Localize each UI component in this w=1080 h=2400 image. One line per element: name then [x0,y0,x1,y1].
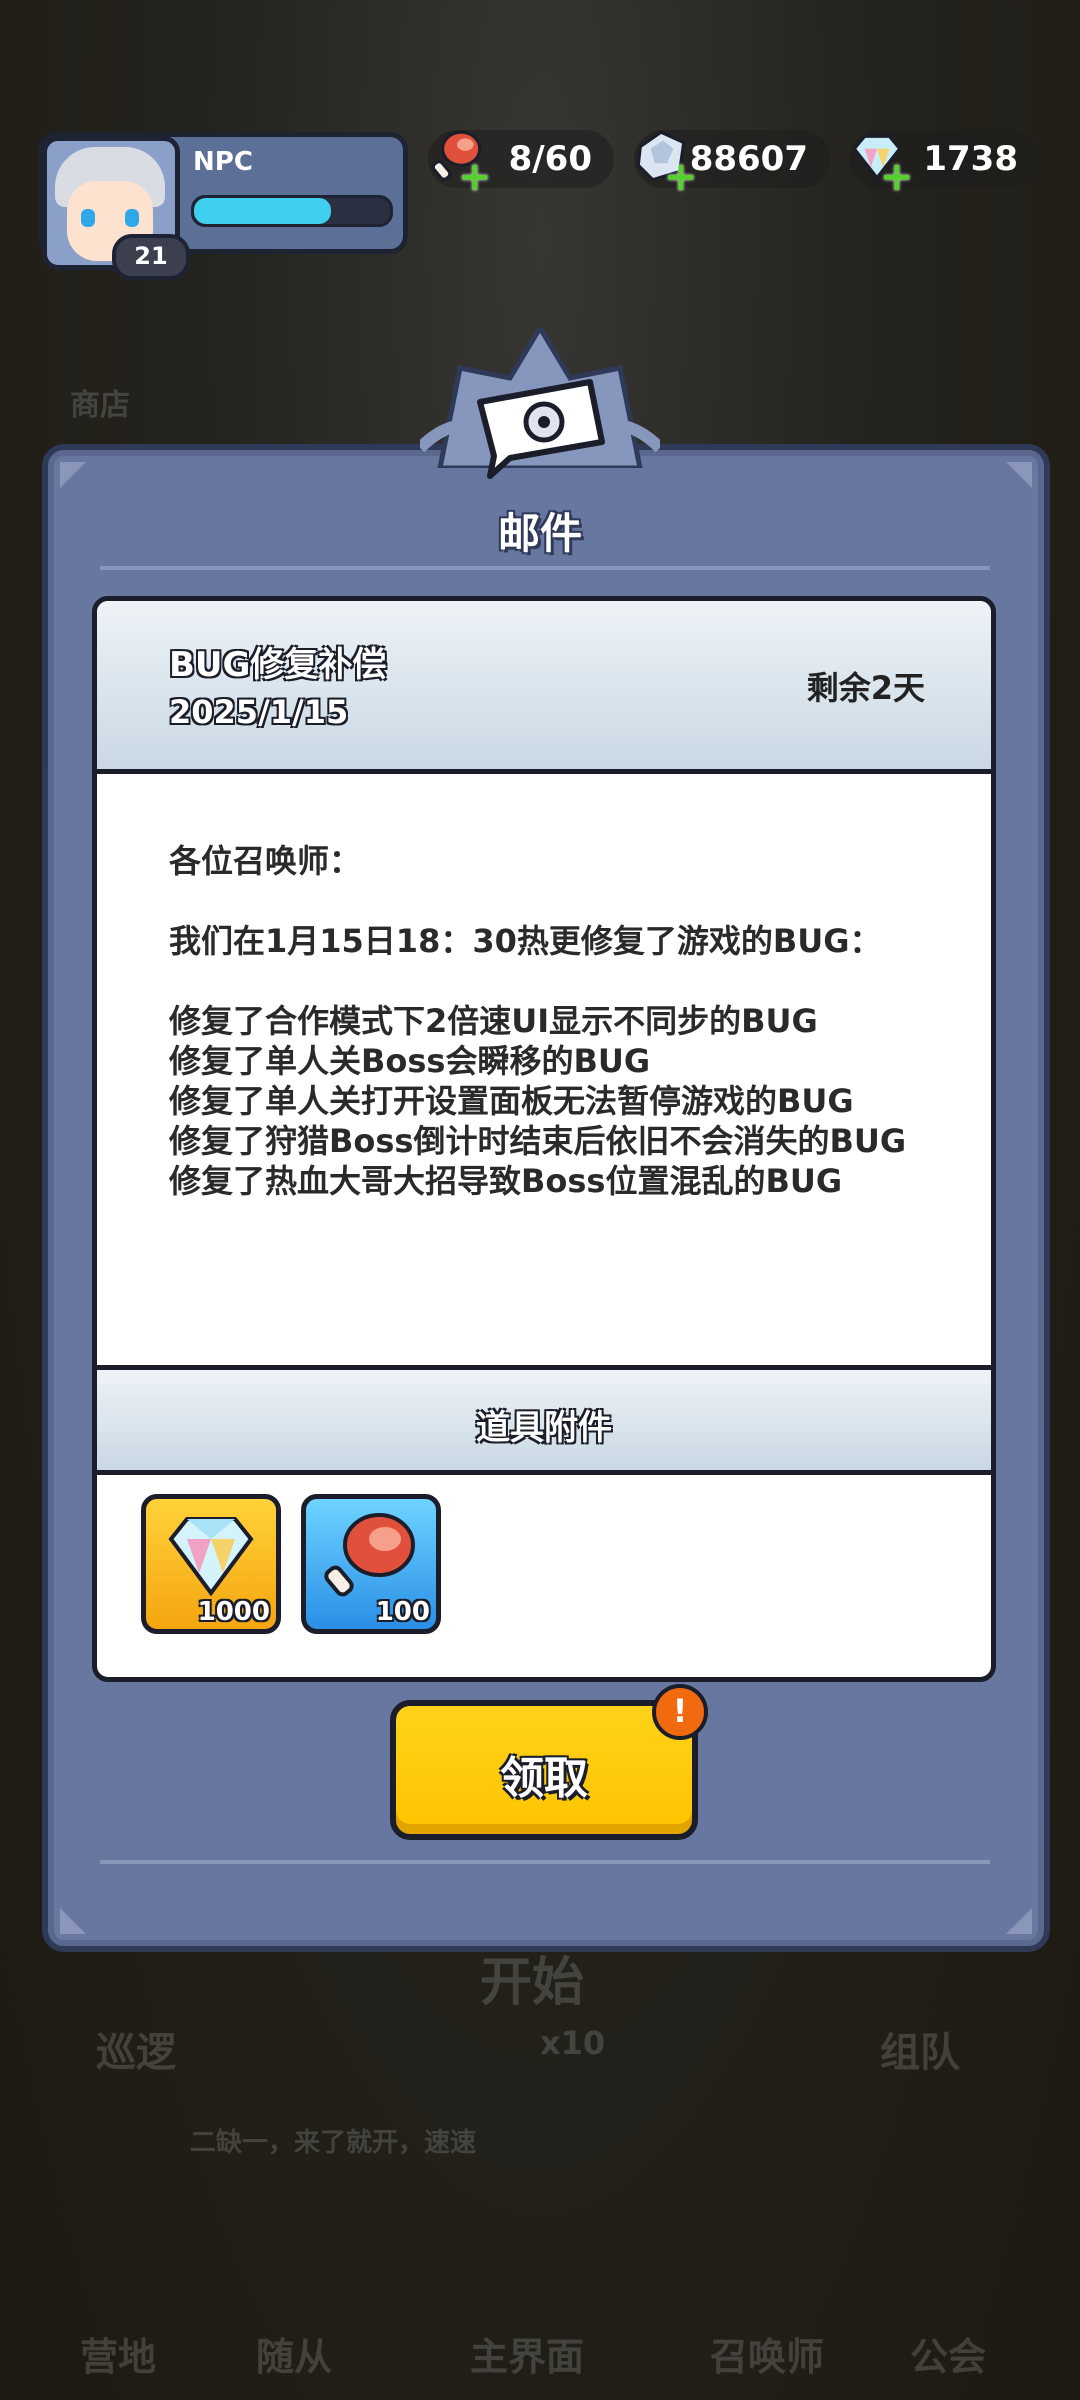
attachment-item-diamonds[interactable]: 1000 [141,1494,281,1634]
mail-expiry: 剩余2天 [806,669,925,707]
add-stamina-icon[interactable]: + [458,157,492,197]
mail-fix-line: 修复了合作模式下2倍速UI显示不同步的BUG [169,1002,818,1040]
attachment-count: 1000 [197,1597,270,1627]
divider [100,566,990,570]
add-diamonds-icon[interactable]: + [880,157,914,197]
attachments-title: 道具附件 [476,1408,612,1448]
corner-ornament [60,462,86,488]
mail-date: 2025/1/15 [169,693,349,731]
claim-button[interactable]: 领取 [390,1700,698,1840]
stamina-value: 8/60 [508,139,592,179]
mail-intro: 我们在1月15日18：30热更修复了游戏的BUG： [169,922,882,960]
corner-ornament [1006,462,1032,488]
player-name: NPC [193,147,253,177]
mail-fix-line: 修复了单人关Boss会瞬移的BUG [169,1042,651,1080]
attachment-count: 100 [375,1597,430,1627]
stamina-resource[interactable]: + 8/60 [428,130,614,197]
corner-ornament [60,1908,86,1934]
attachments-header: 道具附件 [97,1365,991,1475]
divider [100,1860,990,1864]
alert-badge: ! [652,1684,708,1740]
mail-fix-line: 修复了热血大哥大招导致Boss位置混乱的BUG [169,1162,843,1200]
xp-bar-fill [194,198,332,224]
level-badge: 21 [112,234,190,280]
mail-icon [477,379,605,479]
corner-ornament [1006,1908,1032,1934]
mail-body[interactable]: 各位召唤师： 我们在1月15日18：30热更修复了游戏的BUG： 修复了合作模式… [169,841,929,1349]
crystals-resource[interactable]: + 88607 [634,130,830,197]
mail-fix-line: 修复了狩猎Boss倒计时结束后依旧不会消失的BUG [169,1122,907,1160]
diamonds-resource[interactable]: + 1738 [850,130,1040,197]
meat-icon [324,1513,415,1597]
mail-content-panel: BUG修复补偿 2025/1/15 剩余2天 各位召唤师： 我们在1月15日18… [92,596,996,1682]
mail-greeting: 各位召唤师： [169,842,362,880]
mail-fix-line: 修复了单人关打开设置面板无法暂停游戏的BUG [169,1082,854,1120]
mail-header: BUG修复补偿 2025/1/15 剩余2天 [97,601,991,774]
mail-subject: BUG修复补偿 [169,645,387,685]
diamond-icon [168,1517,254,1597]
xp-bar [191,195,393,227]
diamonds-value: 1738 [923,139,1018,179]
claim-button-label: 领取 [500,1753,588,1804]
crystals-value: 88607 [689,139,808,179]
attachment-item-meat[interactable]: 100 [301,1494,441,1634]
dialog-title: 邮件 [497,509,582,558]
